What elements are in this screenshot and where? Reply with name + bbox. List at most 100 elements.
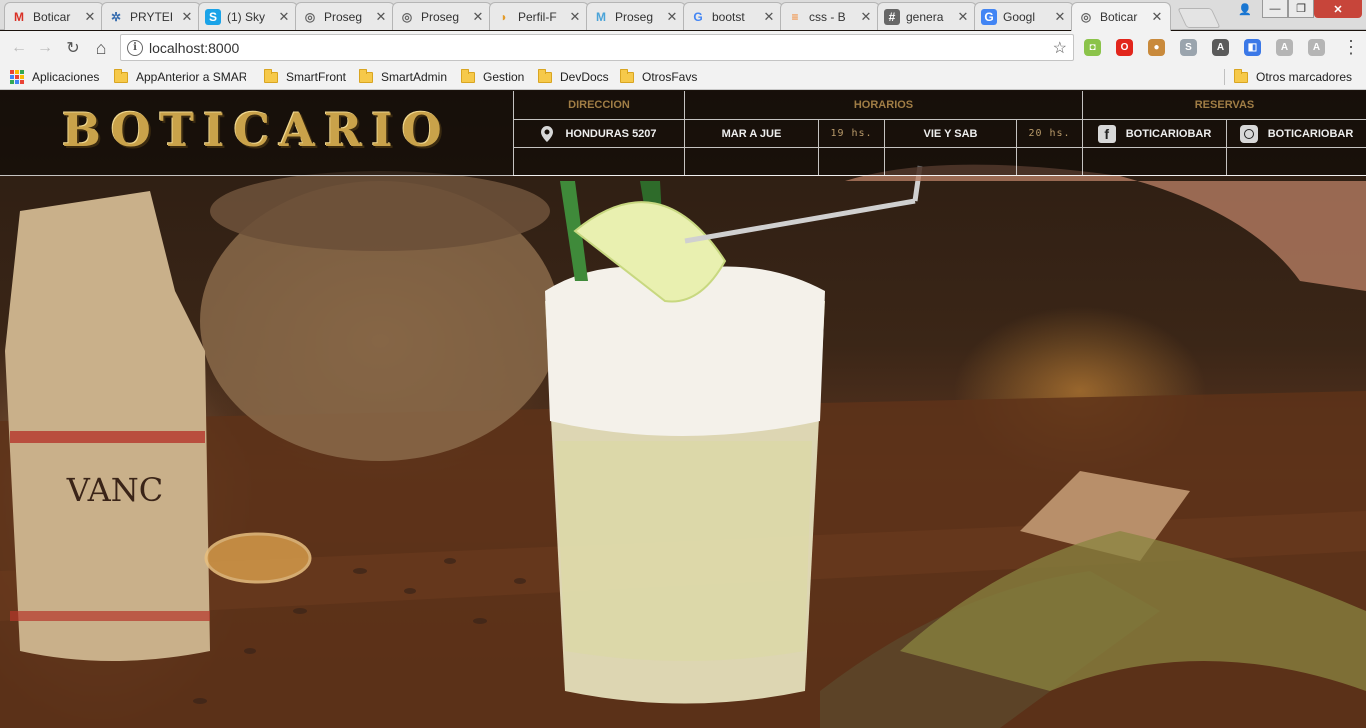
browser-tab[interactable]: ✲ PRYTEI ✕ [101, 2, 201, 30]
globe-icon: ◎ [1080, 10, 1092, 24]
site-logo[interactable]: BOTICARIO [62, 103, 451, 157]
bookmark-folder[interactable]: SmartAdmin [359, 68, 447, 86]
empty-cell [684, 148, 818, 176]
empty-cell [1016, 148, 1082, 176]
reload-button[interactable]: ↻ [62, 37, 84, 59]
angular-ext-icon-2[interactable]: A [1276, 39, 1293, 56]
days-weekend-cell: VIE Y SAB [884, 120, 1016, 148]
tab-title: (1) Sky [227, 9, 266, 24]
instagram-link[interactable]: BOTICARIOBAR [1226, 120, 1366, 148]
site-header: BOTICARIO DIRECCION HORARIOS RESERVAS HO… [0, 91, 1366, 176]
hero-background-image: VANC [0, 164, 1366, 728]
opera-ext-icon[interactable]: O [1116, 39, 1133, 56]
address-bar[interactable]: i localhost:8000 ☆ [120, 34, 1074, 61]
tab-strip: M Boticar ✕ ✲ PRYTEI ✕ S (1) Sky ✕ ◎ Proseg ✕ ◎ Prose… [0, 0, 1366, 31]
tab-close-icon[interactable]: ✕ [83, 9, 97, 25]
tab-close-icon[interactable]: ✕ [1150, 9, 1164, 25]
gmail-icon: M [14, 9, 24, 24]
close-window-button[interactable]: ✕ [1314, 0, 1362, 18]
hours-weekend-cell: 20 hs. [1016, 120, 1082, 148]
bookmarks-divider [1224, 69, 1225, 85]
angular-ext-icon-3[interactable]: A [1308, 39, 1325, 56]
url-text[interactable]: localhost:8000 [149, 40, 239, 56]
bookmark-label: Aplicaciones [32, 70, 100, 84]
bookmark-folder[interactable]: SmartFront [264, 68, 346, 86]
stackoverflow-icon: ≡ [791, 9, 799, 24]
folder-icon [359, 68, 373, 83]
address-text: HONDURAS 5207 [565, 127, 657, 140]
folder-icon [461, 68, 475, 83]
svg-text:VANC: VANC [66, 471, 164, 509]
android-ext-icon[interactable]: ◘ [1084, 39, 1101, 56]
maximize-button[interactable]: ❐ [1288, 0, 1314, 18]
browser-tab[interactable]: ◎ Proseg ✕ [392, 2, 492, 30]
horarios-header: HORARIOS [684, 91, 1082, 120]
folder-icon [264, 68, 278, 83]
tab-close-icon[interactable]: ✕ [859, 9, 873, 25]
tab-title: Boticar [1100, 10, 1138, 24]
browser-tab[interactable]: G Googl ✕ [974, 2, 1074, 30]
tab-close-icon[interactable]: ✕ [762, 9, 776, 25]
tab-close-icon[interactable]: ✕ [180, 9, 194, 25]
bookmark-label: Gestion [483, 70, 525, 84]
google-icon: G [693, 9, 703, 24]
reservas-header: RESERVAS [1082, 91, 1366, 120]
bookmarks-bar: Aplicaciones AppAnterior a SMAR SmartFro… [0, 64, 1366, 90]
browser-tab[interactable]: ◎ Boticar ✕ [1071, 2, 1171, 31]
cookie-ext-icon[interactable]: ● [1148, 39, 1165, 56]
tab-title: Perfil-F [518, 9, 557, 24]
skype-icon: S [205, 8, 221, 25]
bookmark-other[interactable]: Otros marcadores [1234, 68, 1352, 86]
instagram-icon [1239, 124, 1258, 143]
browser-tab[interactable]: ◎ Proseg ✕ [295, 2, 395, 30]
browser-tab[interactable]: # genera ✕ [877, 2, 977, 30]
skype-ext-icon[interactable]: S [1180, 39, 1197, 56]
folder-icon [620, 68, 634, 83]
tab-close-icon[interactable]: ✕ [471, 9, 485, 25]
back-button[interactable]: ← [8, 37, 30, 59]
tab-close-icon[interactable]: ✕ [568, 9, 582, 25]
direccion-header: DIRECCION [513, 91, 684, 120]
tab-title: genera [906, 9, 944, 24]
home-button[interactable]: ⌂ [90, 37, 112, 59]
bookmark-star-icon[interactable]: ☆ [1053, 38, 1067, 58]
bookmark-label: Otros marcadores [1256, 70, 1353, 84]
days-weekday-cell: MAR A JUE [684, 120, 818, 148]
folder-icon [114, 68, 128, 83]
bookmark-apps[interactable]: Aplicaciones [10, 68, 99, 86]
angular-ext-icon[interactable]: A [1212, 39, 1229, 56]
apps-grid-icon [10, 70, 24, 84]
browser-tab[interactable]: M Proseg ✕ [586, 2, 686, 30]
tab-close-icon[interactable]: ✕ [277, 9, 291, 25]
folder-icon [538, 68, 552, 83]
facebook-link[interactable]: f BOTICARIOBAR [1082, 120, 1226, 148]
browser-tab[interactable]: S (1) Sky ✕ [198, 2, 298, 30]
bookmark-folder[interactable]: DevDocs [538, 68, 609, 86]
menu-icon[interactable]: ⋮ [1342, 37, 1360, 59]
new-tab-button[interactable] [1177, 8, 1221, 28]
bookmark-label: SmartAdmin [381, 70, 448, 84]
tab-title: Googl [1003, 9, 1036, 24]
facebook-icon: f [1097, 124, 1116, 143]
tab-close-icon[interactable]: ✕ [374, 9, 388, 25]
minimize-button[interactable]: — [1262, 0, 1288, 18]
tab-title: Proseg [324, 9, 363, 24]
forward-button[interactable]: → [34, 37, 56, 59]
info-icon[interactable]: i [127, 39, 143, 56]
address-cell: HONDURAS 5207 [513, 120, 684, 148]
bookmark-folder[interactable]: OtrosFavs [620, 68, 697, 86]
tab-close-icon[interactable]: ✕ [1053, 9, 1067, 25]
bookmark-folder[interactable]: AppAnterior a SMAR [114, 68, 246, 86]
translate-ext-icon[interactable]: ◧ [1244, 39, 1261, 56]
tab-close-icon[interactable]: ✕ [956, 9, 970, 25]
browser-tab[interactable]: ◗ Perfil-F ✕ [489, 2, 589, 30]
tab-close-icon[interactable]: ✕ [665, 9, 679, 25]
browser-tab[interactable]: M Boticar ✕ [4, 2, 104, 30]
m-logo-icon: M [596, 9, 606, 24]
bookmark-folder[interactable]: Gestion [461, 68, 524, 86]
browser-tab[interactable]: Gbootst ✕ [683, 2, 783, 30]
instagram-label: BOTICARIOBAR [1267, 127, 1354, 140]
user-icon[interactable]: 👤 [1234, 0, 1256, 18]
google-translate-icon: G [981, 8, 997, 25]
browser-tab[interactable]: ≡ css - B ✕ [780, 2, 880, 30]
